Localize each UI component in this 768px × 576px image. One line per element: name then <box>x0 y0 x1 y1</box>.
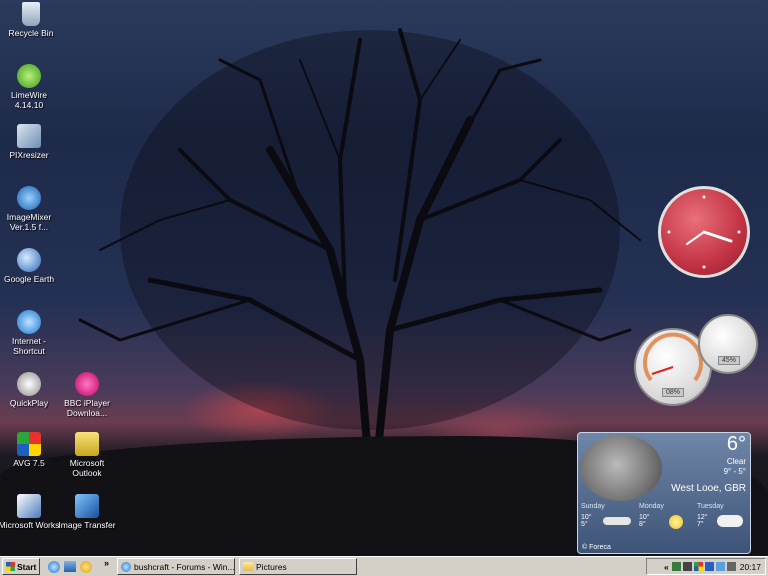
weather-credit: © Foreca <box>582 544 611 551</box>
task-label: bushcraft - Forums - Win... <box>134 561 235 572</box>
task-button-pictures[interactable]: Pictures <box>239 558 357 575</box>
clock-gadget[interactable] <box>658 186 750 278</box>
cloudy-icon <box>603 517 631 525</box>
forecast-day-name: Monday <box>639 503 664 510</box>
weather-location: West Looe, GBR <box>671 483 746 494</box>
forecast-day-name: Tuesday <box>697 503 724 510</box>
desktop-icon-pixresizer[interactable]: PIXresizer <box>0 124 60 160</box>
image-transfer-icon <box>75 494 99 518</box>
quickplay-icon <box>17 372 41 396</box>
taskbar-clock[interactable]: 20:17 <box>740 562 761 572</box>
start-button[interactable]: Start <box>2 558 40 575</box>
desktop-icon-limewire[interactable]: LimeWire 4.14.10 <box>0 64 60 110</box>
icon-label: Google Earth <box>3 274 55 284</box>
tray-volume-icon[interactable] <box>726 562 736 571</box>
forecast-lo: 8° <box>639 521 646 528</box>
weather-gadget[interactable]: 6° Clear 9° - 5° West Looe, GBR Sunday 1… <box>577 432 751 554</box>
avg-icon <box>17 432 41 456</box>
desktop-icon-image-transfer[interactable]: Image Transfer <box>56 494 118 530</box>
quicklaunch-desktop-icon[interactable] <box>64 561 76 572</box>
tray-avg-icon[interactable] <box>693 562 703 571</box>
memory-usage-value: 45% <box>718 356 741 365</box>
desktop-icon-quickplay[interactable]: QuickPlay <box>0 372 60 408</box>
desktop-icon-bbc-iplayer[interactable]: BBC iPlayer Downloa... <box>56 372 118 418</box>
tray-security-icon[interactable] <box>704 562 714 571</box>
pixresizer-icon <box>17 124 41 148</box>
internet-explorer-icon <box>17 310 41 334</box>
icon-label: LimeWire 4.14.10 <box>11 90 47 110</box>
imagemixer-icon <box>17 186 41 210</box>
icon-label: PIXresizer <box>9 150 49 160</box>
icon-label: Recycle Bin <box>8 28 54 38</box>
windows-logo-icon <box>6 562 15 571</box>
sun-icon <box>669 515 683 529</box>
cloudy-icon <box>717 515 743 527</box>
outlook-icon <box>75 432 99 456</box>
icon-label: Internet - Shortcut <box>11 336 47 356</box>
system-tray: « 20:17 <box>646 558 766 575</box>
tray-update-icon[interactable] <box>715 562 725 571</box>
desktop-icon-outlook[interactable]: Microsoft Outlook <box>56 432 118 478</box>
recycle-bin-icon <box>22 2 40 26</box>
quicklaunch-messenger-icon[interactable] <box>80 561 92 573</box>
icon-label: BBC iPlayer Downloa... <box>64 398 110 418</box>
tray-network-icon[interactable] <box>671 562 681 571</box>
works-icon <box>17 494 41 518</box>
forecast-day-monday: Monday 10° 8° <box>639 503 695 529</box>
desktop-icon-google-earth[interactable]: Google Earth <box>0 248 60 284</box>
moon-icon <box>580 435 662 501</box>
icon-label: Image Transfer <box>58 520 116 530</box>
folder-icon <box>243 562 253 571</box>
icon-label: AVG 7.5 <box>13 458 45 468</box>
bbc-iplayer-icon <box>75 372 99 396</box>
start-label: Start <box>17 561 37 572</box>
quicklaunch-overflow[interactable]: » <box>104 558 109 568</box>
forecast-day-tuesday: Tuesday 12° 7° <box>697 503 749 528</box>
quicklaunch-ie-icon[interactable] <box>48 561 60 573</box>
forecast-day-sunday: Sunday 10° 5° <box>581 503 637 528</box>
icon-label: QuickPlay <box>9 398 49 408</box>
desktop-icon-imagemixer[interactable]: ImageMixer Ver.1.5 f... <box>0 186 60 232</box>
desktop-icon-works[interactable]: Microsoft Works <box>0 494 60 530</box>
icon-label: ImageMixer Ver.1.5 f... <box>6 212 52 232</box>
clock-hands <box>667 195 741 269</box>
hi-lo-temperature: 9° - 5° <box>723 467 746 476</box>
current-temperature: 6° <box>726 433 746 455</box>
taskbar: Start » bushcraft - Forums - Win... Pict… <box>0 556 768 576</box>
forecast-day-name: Sunday <box>581 503 605 510</box>
google-earth-icon <box>17 248 41 272</box>
memory-meter-gadget[interactable]: 45% <box>698 314 758 374</box>
limewire-icon <box>17 64 41 88</box>
desktop-icon-recycle-bin[interactable]: Recycle Bin <box>0 2 62 38</box>
task-label: Pictures <box>256 561 287 572</box>
forecast-hi: 10° <box>639 514 650 521</box>
icon-label: Microsoft Outlook <box>69 458 105 478</box>
tray-safely-remove-icon[interactable] <box>682 562 692 571</box>
task-button-bushcraft[interactable]: bushcraft - Forums - Win... <box>117 558 235 575</box>
tray-expand-button[interactable]: « <box>664 562 669 572</box>
ie-icon <box>121 561 131 572</box>
desktop-icon-internet-shortcut[interactable]: Internet - Shortcut <box>0 310 60 356</box>
icon-label: Microsoft Works <box>0 520 60 530</box>
desktop-icon-avg[interactable]: AVG 7.5 <box>0 432 60 468</box>
current-condition: Clear <box>726 457 746 466</box>
